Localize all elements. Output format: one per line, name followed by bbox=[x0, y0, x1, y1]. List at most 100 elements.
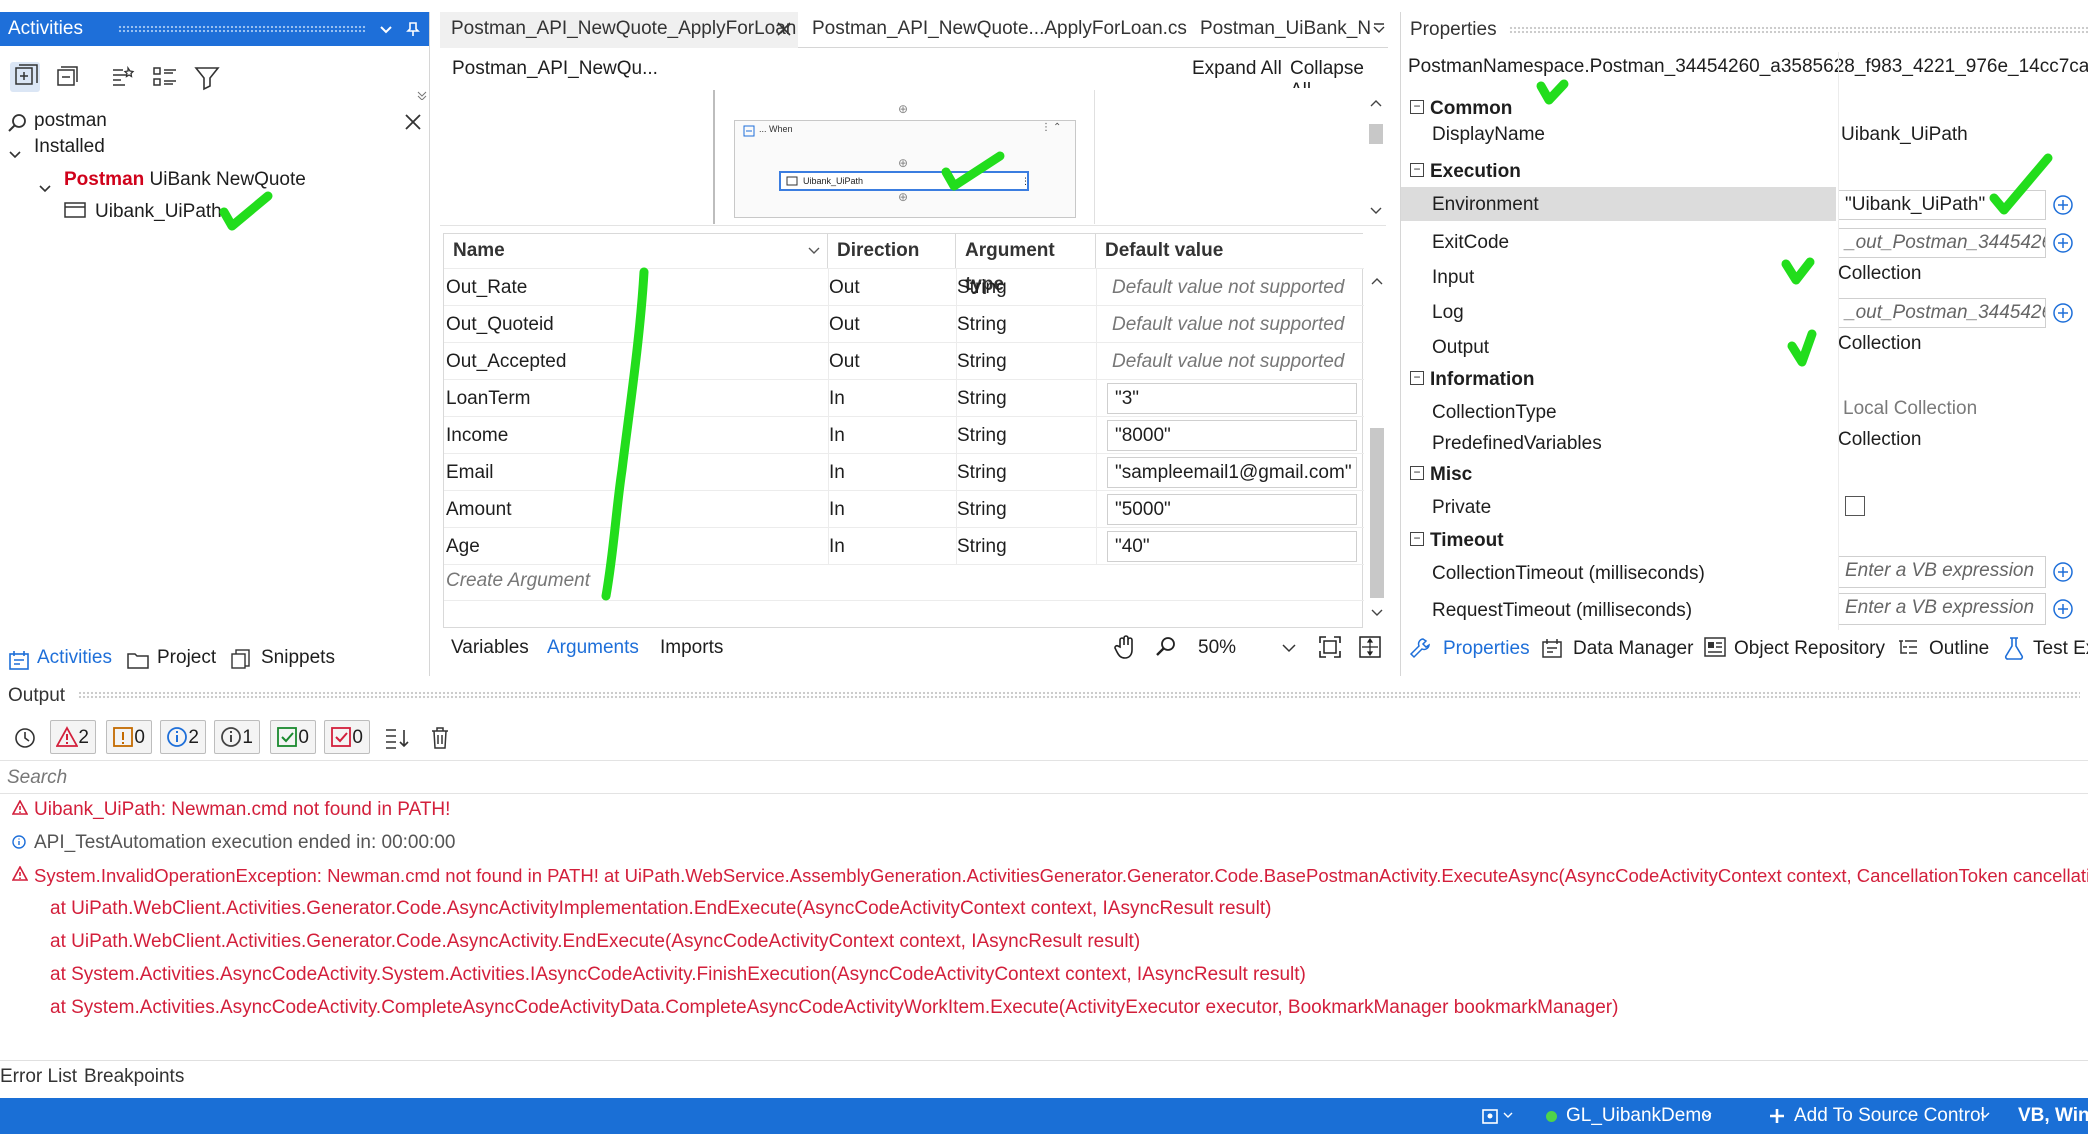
property-private[interactable]: Private bbox=[1401, 490, 2088, 524]
row-name[interactable]: Out_Rate bbox=[446, 277, 527, 299]
row-direction[interactable]: Out bbox=[829, 351, 860, 373]
collection-timeout-field[interactable]: Enter a VB expression bbox=[1838, 556, 2046, 588]
scroll-down-icon[interactable] bbox=[1371, 608, 1383, 618]
row-direction[interactable]: Out bbox=[829, 314, 860, 336]
property-display-name[interactable]: DisplayName Uibank_UiPath bbox=[1401, 120, 2088, 150]
trash-icon[interactable] bbox=[430, 726, 450, 750]
row-direction[interactable]: In bbox=[829, 425, 845, 447]
tab-variables[interactable]: Variables bbox=[451, 637, 529, 659]
column-header-name[interactable]: Name bbox=[444, 234, 828, 268]
tree-item-activity[interactable]: Uibank_UiPath bbox=[95, 201, 222, 223]
tab-uibank[interactable]: Postman_UiBank_Nev bbox=[1200, 12, 1370, 48]
column-header-default-value[interactable]: Default value bbox=[1096, 234, 1364, 268]
request-timeout-field[interactable]: Enter a VB expression bbox=[1838, 593, 2046, 625]
predefined-variables-field[interactable]: Collection bbox=[1838, 429, 1921, 451]
chevron-down-icon[interactable] bbox=[1702, 1112, 1712, 1119]
tab-newquote-workflow[interactable]: Postman_API_NewQuote_ApplyForLoan bbox=[440, 12, 798, 48]
tab-overflow-icon[interactable] bbox=[1372, 23, 1386, 37]
private-checkbox[interactable] bbox=[1845, 496, 1865, 516]
property-predefined-variables[interactable]: PredefinedVariables Collection bbox=[1401, 426, 2088, 460]
add-expression-icon[interactable] bbox=[2052, 302, 2074, 324]
add-activity-icon[interactable]: ⊕ bbox=[898, 102, 908, 116]
add-to-source-control-button[interactable]: Add To Source Control bbox=[1794, 1105, 1985, 1127]
row-type[interactable]: String bbox=[957, 277, 1007, 299]
tab-arguments[interactable]: Arguments bbox=[547, 637, 639, 659]
row-default-input[interactable]: "8000" bbox=[1107, 420, 1357, 451]
row-name[interactable]: Income bbox=[446, 425, 508, 447]
category-execution[interactable]: − Execution bbox=[1401, 157, 2088, 187]
add-expression-icon[interactable] bbox=[2052, 561, 2074, 583]
output-line-exception[interactable]: System.InvalidOperationException: Newman… bbox=[34, 865, 2088, 887]
collapse-icon[interactable]: ⌃ bbox=[1053, 122, 1061, 133]
scroll-down-icon[interactable] bbox=[1370, 206, 1382, 216]
row-direction[interactable]: Out bbox=[829, 277, 860, 299]
tab-test-explorer[interactable]: Test Exp bbox=[2033, 638, 2088, 660]
add-expression-icon[interactable] bbox=[2052, 194, 2074, 216]
collapse-icon[interactable]: − bbox=[1410, 100, 1424, 114]
table-row[interactable]: Email In String "sampleemail1@gmail.com" bbox=[444, 453, 1364, 490]
row-default-input[interactable]: "sampleemail1@gmail.com" bbox=[1107, 457, 1357, 488]
scroll-up-icon[interactable] bbox=[1370, 98, 1382, 108]
toolbar-overflow-icon[interactable] bbox=[416, 90, 428, 100]
tab-activities[interactable]: Activities bbox=[37, 647, 112, 669]
tab-data-manager[interactable]: Data Manager bbox=[1573, 638, 1693, 660]
workflow-canvas[interactable]: ... When ⋮ ⌃ Uibank_UiPath ⋮ ⊕ ⊕ ⊕ bbox=[440, 88, 1386, 226]
tab-outline[interactable]: Outline bbox=[1929, 638, 1989, 660]
fit-to-screen-icon[interactable] bbox=[1318, 635, 1342, 659]
chevron-down-icon[interactable] bbox=[8, 148, 22, 162]
row-direction[interactable]: In bbox=[829, 499, 845, 521]
filter-failed-button[interactable]: 0 bbox=[324, 720, 370, 754]
zoom-level[interactable]: 50% bbox=[1198, 637, 1236, 659]
clear-search-icon[interactable] bbox=[404, 113, 422, 131]
tree-item-package[interactable]: Postman UiBank NewQuote bbox=[64, 169, 306, 191]
output-line-stack[interactable]: at System.Activities.AsyncCodeActivity.S… bbox=[50, 964, 1306, 986]
table-row[interactable]: Out_Quoteid Out String Default value not su… bbox=[444, 305, 1364, 342]
row-default-input[interactable]: "5000" bbox=[1107, 494, 1357, 525]
output-search-input[interactable]: Search bbox=[7, 767, 67, 789]
expand-all-icon[interactable] bbox=[10, 62, 40, 92]
chevron-down-icon[interactable] bbox=[1503, 1112, 1513, 1119]
environment-field[interactable]: "Uibank_UiPath" bbox=[1838, 190, 2046, 220]
row-name[interactable]: Age bbox=[446, 536, 480, 558]
filter-info-button[interactable]: 2 bbox=[160, 720, 206, 754]
pin-icon[interactable] bbox=[405, 21, 421, 37]
add-activity-icon[interactable]: ⊕ bbox=[898, 156, 908, 170]
filter-warnings-button[interactable]: 0 bbox=[106, 720, 152, 754]
collapse-icon[interactable]: − bbox=[1410, 371, 1424, 385]
chevron-down-icon[interactable] bbox=[808, 247, 820, 255]
output-line-stack[interactable]: at System.Activities.AsyncCodeActivity.C… bbox=[50, 997, 1618, 1019]
scroll-up-icon[interactable] bbox=[1371, 276, 1383, 286]
activities-search[interactable]: postman bbox=[0, 104, 429, 140]
activity-node[interactable]: Uibank_UiPath ⋮ bbox=[779, 171, 1030, 191]
filter-success-button[interactable]: 0 bbox=[270, 720, 316, 754]
tab-snippets[interactable]: Snippets bbox=[261, 647, 335, 669]
add-expression-icon[interactable] bbox=[2052, 232, 2074, 254]
tab-imports[interactable]: Imports bbox=[660, 637, 723, 659]
row-type[interactable]: String bbox=[957, 536, 1007, 558]
property-collection-timeout[interactable]: CollectionTimeout (milliseconds) Enter a … bbox=[1401, 554, 2088, 588]
row-type[interactable]: String bbox=[957, 462, 1007, 484]
display-name-field[interactable]: Uibank_UiPath bbox=[1841, 124, 1968, 146]
scrollbar-thumb[interactable] bbox=[1370, 428, 1384, 598]
row-direction[interactable]: In bbox=[829, 462, 845, 484]
property-exit-code[interactable]: ExitCode _out_Postman_34454260_ bbox=[1401, 225, 2088, 259]
output-field[interactable]: Collection bbox=[1838, 333, 1921, 355]
row-name[interactable]: Out_Quoteid bbox=[446, 314, 554, 336]
tab-error-list[interactable]: Error List bbox=[0, 1066, 77, 1088]
robot-icon[interactable] bbox=[1480, 1106, 1500, 1126]
property-output[interactable]: Output Collection bbox=[1401, 330, 2088, 364]
column-header-direction[interactable]: Direction bbox=[828, 234, 956, 268]
table-row[interactable]: Out_Accepted Out String Default value not s… bbox=[444, 342, 1364, 379]
add-expression-icon[interactable] bbox=[2052, 598, 2074, 620]
chevron-down-icon[interactable] bbox=[378, 21, 394, 37]
canvas-scrollbar-thumb[interactable] bbox=[1369, 124, 1383, 144]
input-field[interactable]: Collection bbox=[1838, 263, 1921, 285]
tab-breakpoints[interactable]: Breakpoints bbox=[84, 1066, 184, 1088]
column-header-argument-type[interactable]: Argument type bbox=[956, 234, 1096, 295]
row-default-input[interactable]: "40" bbox=[1107, 531, 1357, 562]
row-type[interactable]: String bbox=[957, 499, 1007, 521]
category-information[interactable]: − Information bbox=[1401, 365, 2088, 395]
sort-list-icon[interactable] bbox=[384, 726, 410, 750]
table-row[interactable]: Income In String "8000" bbox=[444, 416, 1364, 453]
tab-newquote-cs[interactable]: Postman_API_NewQuote...ApplyForLoan.cs bbox=[810, 12, 1187, 48]
